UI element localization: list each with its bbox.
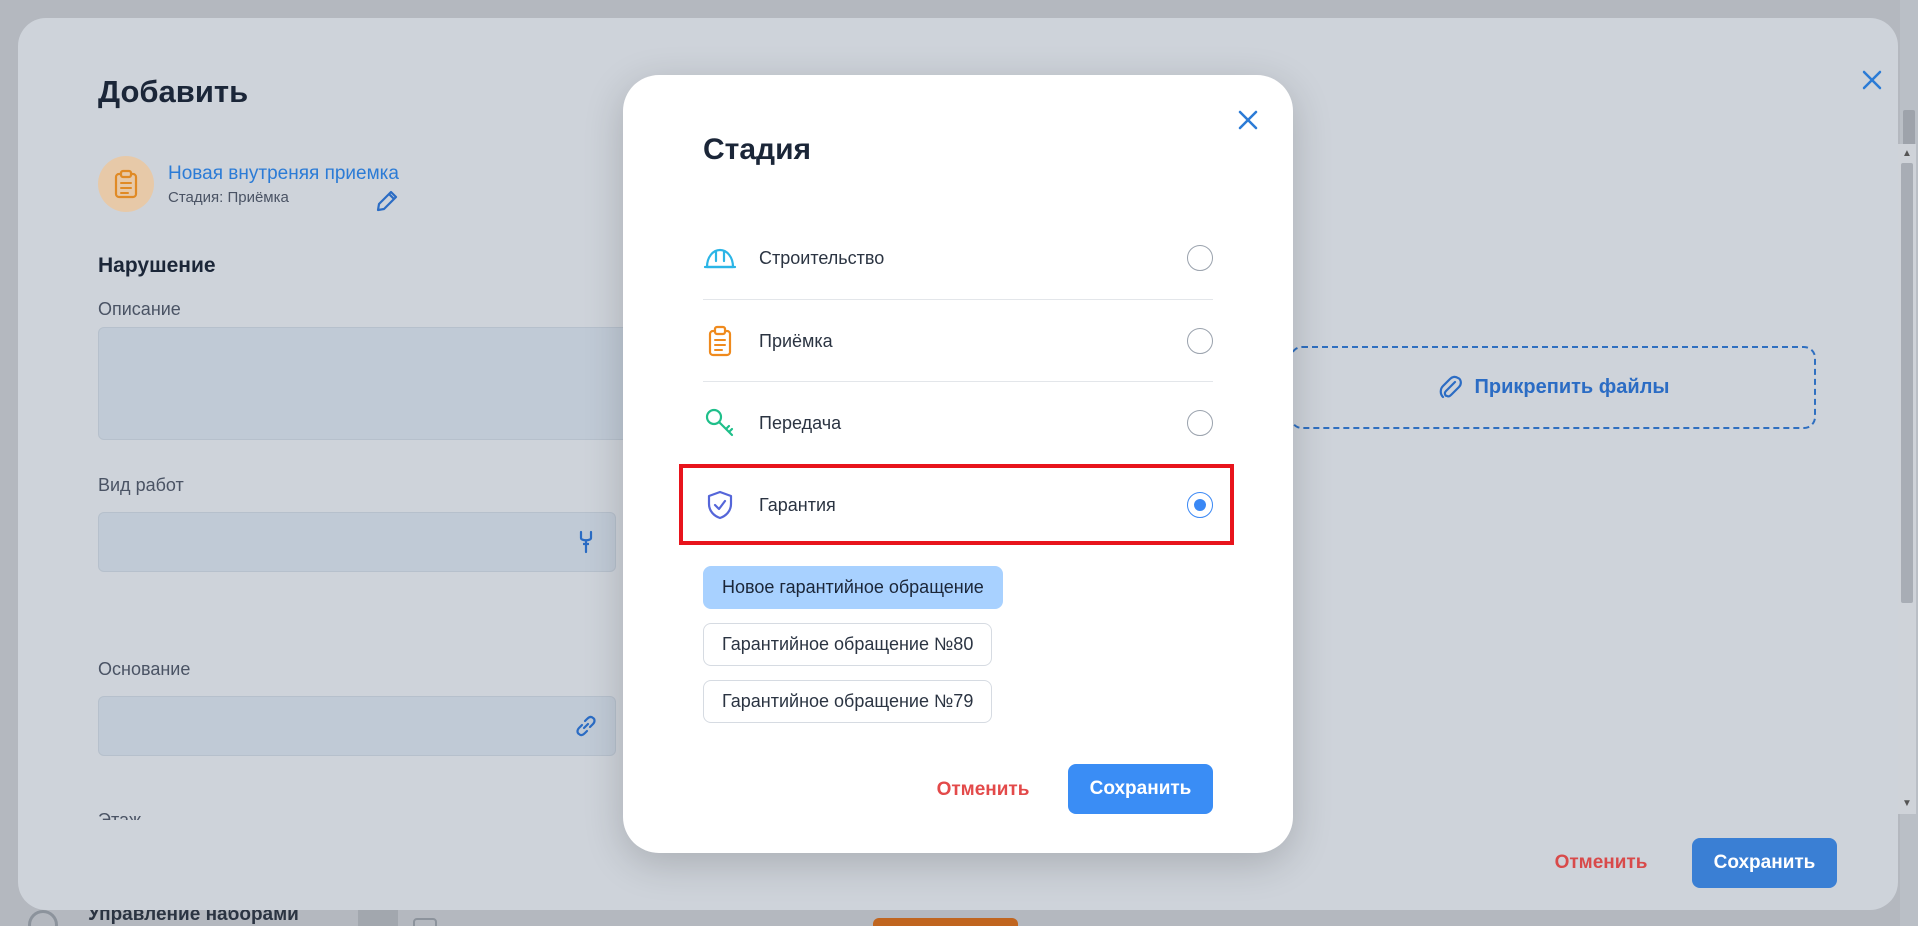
background-checkbox — [413, 918, 437, 926]
scroll-up-arrow-icon[interactable]: ▲ — [1902, 148, 1912, 159]
pencil-icon[interactable] — [372, 186, 402, 216]
stage-option-construction[interactable]: Строительство — [703, 217, 1213, 299]
radio-button[interactable] — [1187, 245, 1213, 271]
background-badge — [873, 918, 1018, 926]
cancel-button[interactable]: Отменить — [1546, 838, 1656, 888]
description-label: Описание — [98, 299, 181, 319]
clipboard-icon — [98, 156, 154, 212]
stage-option-transfer[interactable]: Передача — [703, 382, 1213, 464]
cancel-button[interactable]: Отменить — [923, 765, 1043, 815]
link-icon[interactable] — [573, 713, 599, 739]
attach-files-button[interactable]: Прикрепить файлы — [1290, 346, 1816, 429]
close-icon[interactable] — [1233, 105, 1263, 135]
radio-button[interactable] — [1187, 410, 1213, 436]
entity-name-link[interactable]: Новая внутреняя приемка — [168, 163, 399, 185]
stage-option-acceptance[interactable]: Приёмка — [703, 300, 1213, 382]
gear-icon — [28, 910, 58, 926]
scroll-down-arrow-icon[interactable]: ▼ — [1902, 798, 1912, 809]
radio-dot — [1194, 499, 1206, 511]
modal-scrollbar-thumb[interactable] — [1901, 163, 1913, 603]
work-type-label: Вид работ — [98, 475, 184, 495]
stage-option-label: Передача — [759, 412, 842, 433]
work-type-field[interactable] — [98, 512, 616, 572]
key-icon — [703, 406, 737, 440]
radio-button-selected[interactable] — [1187, 492, 1213, 518]
stage-option-label: Гарантия — [759, 494, 836, 515]
paperclip-icon — [1439, 375, 1462, 398]
description-field[interactable] — [98, 327, 633, 440]
radio-button[interactable] — [1187, 328, 1213, 354]
warranty-request-chip[interactable]: Новое гарантийное обращение — [703, 566, 1003, 609]
warranty-request-chip[interactable]: Гарантийное обращение №80 — [703, 623, 993, 666]
entity-header: Новая внутреняя приемка Стадия: Приёмка — [98, 156, 399, 212]
basis-label: Основание — [98, 659, 191, 679]
close-icon[interactable] — [1856, 64, 1888, 96]
helmet-icon — [703, 241, 737, 275]
basis-field[interactable] — [98, 696, 616, 756]
save-button[interactable]: Сохранить — [1068, 764, 1213, 814]
stage-option-label: Приёмка — [759, 330, 833, 351]
wrench-icon[interactable] — [573, 529, 599, 555]
stage-option-label: Строительство — [759, 247, 885, 268]
floor-label: Этаж — [98, 810, 142, 820]
stage-option-warranty[interactable]: Гарантия — [703, 464, 1213, 546]
entity-stage: Стадия: Приёмка — [168, 188, 289, 206]
warranty-request-chip[interactable]: Гарантийное обращение №79 — [703, 680, 993, 723]
add-modal-title: Добавить — [98, 74, 249, 109]
stage-dialog: Стадия Строительство Приёмка Передача Га… — [623, 75, 1293, 853]
dialog-title: Стадия — [703, 133, 812, 166]
shield-check-icon — [703, 488, 737, 522]
save-button[interactable]: Сохранить — [1692, 838, 1837, 888]
clipboard-icon — [703, 324, 737, 358]
section-title: Нарушение — [98, 254, 216, 277]
attach-files-label: Прикрепить файлы — [1474, 376, 1670, 398]
